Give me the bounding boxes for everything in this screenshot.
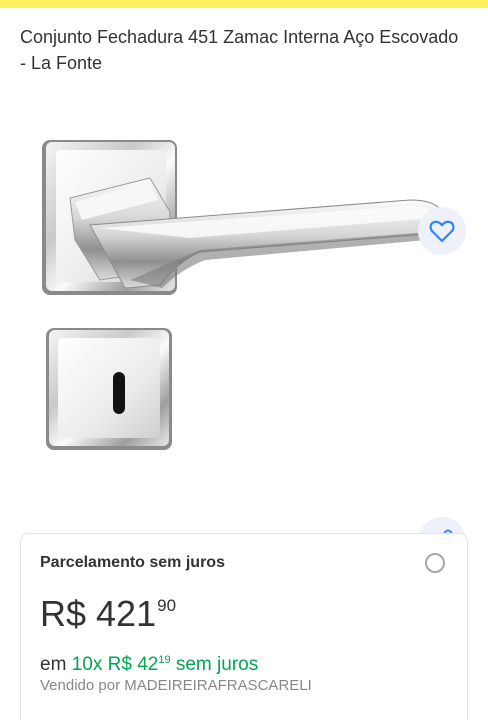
installments-cents: 19 xyxy=(158,654,171,666)
payment-option-radio[interactable] xyxy=(425,553,445,573)
favorite-button[interactable] xyxy=(418,207,466,255)
payment-option-card[interactable]: Parcelamento sem juros R$ 421 90 em 10x … xyxy=(20,533,468,720)
installments-info: em 10x R$ 4219 sem juros xyxy=(40,648,258,677)
installments-prefix: em xyxy=(40,654,67,675)
installments-suffix: sem juros xyxy=(175,654,259,675)
product-title: Conjunto Fechadura 451 Zamac Interna Aço… xyxy=(20,27,459,73)
price-cents: 90 xyxy=(157,596,177,615)
seller-info: Vendido por MADEIREIRAFRASCARELI xyxy=(40,677,312,694)
heart-outline-icon xyxy=(429,220,455,243)
seller-name[interactable]: MADEIREIRAFRASCARELI xyxy=(124,677,312,694)
installments-integer: 42 xyxy=(137,654,159,675)
seller-prefix: Vendido por xyxy=(40,677,121,694)
product-image xyxy=(42,140,444,450)
installments-count: 10x xyxy=(71,654,103,675)
product-image-gallery[interactable] xyxy=(0,100,488,565)
price-integer: 421 xyxy=(96,593,157,634)
installments-currency: R$ xyxy=(107,654,132,675)
price-currency: R$ xyxy=(40,593,87,634)
product-price: R$ 421 90 xyxy=(40,594,176,634)
payment-option-title: Parcelamento sem juros xyxy=(40,554,225,571)
brand-top-bar xyxy=(0,0,488,8)
